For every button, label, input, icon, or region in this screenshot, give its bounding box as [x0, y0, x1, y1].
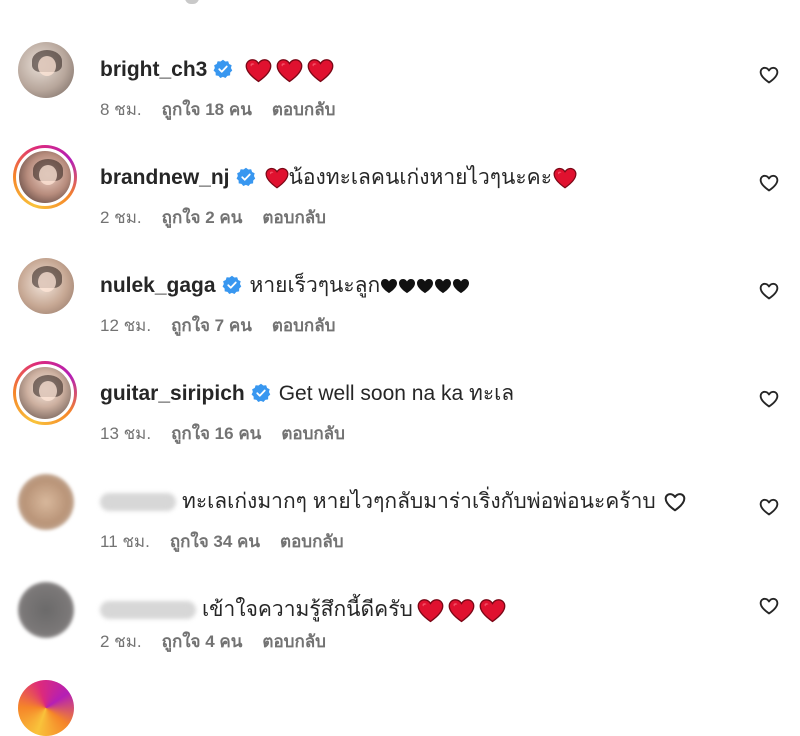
reply-button[interactable]: ตอบกลับ	[280, 528, 344, 555]
red-heart-emoji-icon	[276, 58, 303, 83]
heart-outline-icon[interactable]	[759, 66, 779, 84]
heart-outline-icon[interactable]	[759, 282, 779, 300]
white-heart-emoji-icon	[664, 492, 686, 512]
comment-text: ทะเลเก่งมากๆ หายไวๆกลับมาร่าเริ่งกับพ่อพ…	[182, 490, 656, 513]
comment-time[interactable]: 2 ชม.	[100, 628, 142, 655]
heart-outline-icon[interactable]	[759, 498, 779, 516]
red-heart-emoji-icon	[265, 167, 289, 189]
comment-time[interactable]: 12 ชม.	[100, 312, 151, 339]
like-count[interactable]: ถูกใจ 4 คน	[162, 628, 243, 655]
comment-text: Get well soon na ka ทะเล	[278, 382, 515, 405]
red-heart-emoji-icon	[417, 598, 444, 623]
comment-text: เข้าใจความรู้สึกนี้ดีครับ	[202, 598, 413, 621]
comment-time[interactable]: 2 ชม.	[100, 204, 142, 231]
username[interactable]: brandnew_nj	[100, 163, 230, 193]
previous-comment-edge	[0, 0, 800, 10]
heart-outline-icon[interactable]	[759, 597, 779, 615]
avatar[interactable]	[18, 42, 74, 98]
avatar[interactable]	[18, 258, 74, 314]
heart-outline-icon[interactable]	[759, 390, 779, 408]
reply-button[interactable]: ตอบกลับ	[272, 96, 336, 123]
avatar[interactable]	[13, 361, 77, 425]
username-blurred[interactable]	[100, 601, 196, 619]
avatar[interactable]	[18, 474, 74, 530]
like-count[interactable]: ถูกใจ 2 คน	[162, 204, 243, 231]
comment-item: brandnew_nj น้องทะเลคนเก่งหายไวๆนะคะ 2 ช…	[0, 141, 800, 249]
black-heart-emoji-icon	[434, 278, 452, 294]
comment-item: bright_ch3 8 ชม. ถูกใจ 18 คน ตอบกลับ	[0, 33, 800, 141]
username[interactable]: nulek_gaga	[100, 271, 216, 301]
comment-time[interactable]: 13 ชม.	[100, 420, 151, 447]
username[interactable]: guitar_siripich	[100, 379, 245, 409]
avatar[interactable]	[18, 582, 74, 638]
comment-item: เข้าใจความรู้สึกนี้ดีครับ 2 ชม. ถูกใจ 4 …	[0, 573, 800, 681]
like-count[interactable]: ถูกใจ 16 คน	[171, 420, 261, 447]
verified-badge-icon	[236, 167, 256, 187]
comment-item: nulek_gaga หายเร็วๆนะลูก 12 ชม. ถูกใจ 7 …	[0, 249, 800, 357]
black-heart-emoji-icon	[398, 278, 416, 294]
red-heart-emoji-icon	[245, 58, 272, 83]
red-heart-emoji-icon	[479, 598, 506, 623]
heart-outline-icon[interactable]	[759, 174, 779, 192]
verified-badge-icon	[213, 59, 233, 79]
verified-badge-icon	[251, 383, 271, 403]
reply-button[interactable]: ตอบกลับ	[272, 312, 336, 339]
reply-button[interactable]: ตอบกลับ	[262, 628, 326, 655]
verified-badge-icon	[222, 275, 242, 295]
like-count[interactable]: ถูกใจ 34 คน	[170, 528, 260, 555]
black-heart-emoji-icon	[416, 278, 434, 294]
black-heart-emoji-icon	[380, 278, 398, 294]
avatar[interactable]	[13, 145, 77, 209]
comment-text: หายเร็วๆนะลูก	[249, 274, 381, 297]
red-heart-emoji-icon	[448, 598, 475, 623]
red-heart-emoji-icon	[553, 167, 577, 189]
like-count[interactable]: ถูกใจ 7 คน	[171, 312, 252, 339]
reply-button[interactable]: ตอบกลับ	[281, 420, 345, 447]
comment-item: guitar_siripich Get well soon na ka ทะเล…	[0, 357, 800, 465]
username-blurred[interactable]	[100, 493, 176, 511]
comment-text: น้องทะเลคนเก่งหายไวๆนะคะ	[288, 166, 553, 189]
red-heart-emoji-icon	[307, 58, 334, 83]
comment-time[interactable]: 11 ชม.	[100, 528, 150, 555]
username[interactable]: bright_ch3	[100, 55, 207, 85]
like-count[interactable]: ถูกใจ 18 คน	[162, 96, 252, 123]
next-comment-avatar-edge	[18, 680, 74, 736]
comment-time[interactable]: 8 ชม.	[100, 96, 142, 123]
black-heart-emoji-icon	[452, 278, 470, 294]
reply-button[interactable]: ตอบกลับ	[262, 204, 326, 231]
comment-item: ทะเลเก่งมากๆ หายไวๆกลับมาร่าเริ่งกับพ่อพ…	[0, 465, 800, 573]
